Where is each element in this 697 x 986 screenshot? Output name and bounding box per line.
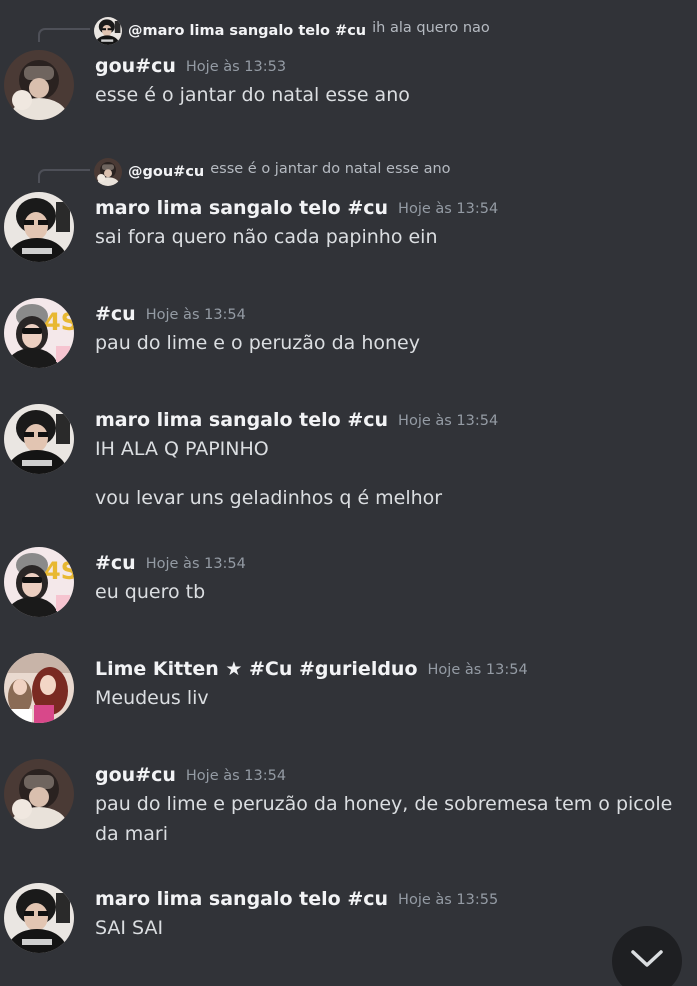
reply-mention[interactable]: @gou#cu: [128, 164, 204, 180]
username[interactable]: Lime Kitten ★ #Cu #gurielduo: [95, 658, 418, 680]
message-text: eu quero tb: [95, 581, 206, 603]
message-text: pau do lime e peruzão da honey, de sobre…: [95, 793, 673, 845]
reply-connector: [38, 28, 90, 42]
avatar[interactable]: [4, 50, 74, 120]
avatar[interactable]: [4, 404, 74, 474]
timestamp[interactable]: Hoje às 13:54: [146, 556, 246, 572]
message-text: esse é o jantar do natal esse ano: [95, 84, 410, 106]
timestamp[interactable]: Hoje às 13:55: [398, 892, 498, 908]
message-text: SAI SAI: [95, 917, 164, 939]
avatar[interactable]: [4, 759, 74, 829]
avatar[interactable]: [4, 547, 74, 617]
username[interactable]: maro lima sangalo telo #cu: [95, 197, 388, 219]
reply-preview[interactable]: @gou#cu esse é o jantar do natal esse ano: [94, 155, 451, 183]
reply-mention[interactable]: @maro lima sangalo telo #cu: [128, 23, 366, 39]
avatar[interactable]: [4, 192, 74, 262]
reply-text[interactable]: esse é o jantar do natal esse ano: [210, 161, 450, 177]
message-text: Meudeus liv: [95, 687, 209, 709]
username[interactable]: gou#cu: [95, 55, 176, 77]
reply-text[interactable]: ih ala quero nao: [372, 20, 490, 36]
timestamp[interactable]: Hoje às 13:54: [398, 201, 498, 217]
timestamp[interactable]: Hoje às 13:54: [398, 413, 498, 429]
timestamp[interactable]: Hoje às 13:54: [428, 662, 528, 678]
username[interactable]: #cu: [95, 552, 136, 574]
username[interactable]: maro lima sangalo telo #cu: [95, 409, 388, 431]
message-text: IH ALA Q PAPINHO: [95, 438, 269, 460]
reply-preview[interactable]: @maro lima sangalo telo #cu ih ala quero …: [94, 14, 490, 42]
message-text: sai fora quero não cada papinho ein: [95, 226, 438, 248]
reply-connector: [38, 169, 90, 183]
chat-message-list[interactable]: @maro lima sangalo telo #cu ih ala quero …: [0, 0, 697, 986]
avatar[interactable]: [4, 298, 74, 368]
timestamp[interactable]: Hoje às 13:53: [186, 59, 286, 75]
username[interactable]: #cu: [95, 303, 136, 325]
avatar[interactable]: [4, 883, 74, 953]
reply-avatar[interactable]: [94, 17, 122, 45]
timestamp[interactable]: Hoje às 13:54: [146, 307, 246, 323]
message-text: pau do lime e o peruzão da honey: [95, 332, 420, 354]
chevron-down-icon: [631, 950, 663, 967]
message-text: vou levar uns geladinhos q é melhor: [95, 487, 443, 509]
reply-avatar[interactable]: [94, 158, 122, 186]
username[interactable]: maro lima sangalo telo #cu: [95, 888, 388, 910]
avatar[interactable]: [4, 653, 74, 723]
username[interactable]: gou#cu: [95, 764, 176, 786]
timestamp[interactable]: Hoje às 13:54: [186, 768, 286, 784]
